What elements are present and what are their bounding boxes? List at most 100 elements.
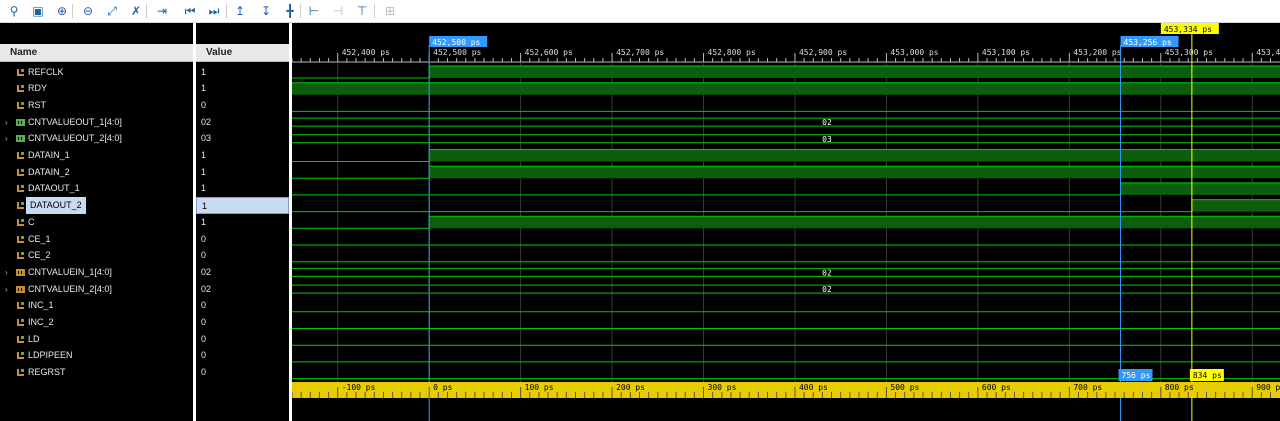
next-transition-icon[interactable]: ↧ <box>258 3 274 19</box>
name-column-header[interactable]: Name <box>0 44 193 62</box>
signal-value[interactable]: 0 <box>196 331 289 348</box>
signal-value[interactable]: 1 <box>196 214 289 231</box>
toolbar-separator <box>72 4 73 18</box>
signal-row-ce-1[interactable]: CE_1 <box>0 231 193 248</box>
signal-name: DATAOUT_2 <box>26 197 86 215</box>
signal-value[interactable]: 1 <box>196 180 289 197</box>
cursor-zoom-icon[interactable]: ✗ <box>128 3 144 19</box>
signal-value[interactable]: 0 <box>196 314 289 331</box>
signal-name: LD <box>28 333 40 344</box>
expand-chevron-icon[interactable]: › <box>5 130 8 147</box>
signal-row-refclk[interactable]: REFCLK <box>0 64 193 81</box>
bus-value-label: 03 <box>822 135 832 144</box>
logic-high-fill <box>429 216 1280 229</box>
signal-name: CNTVALUEIN_2[4:0] <box>28 283 112 294</box>
go-to-start-icon[interactable]: ⏮ <box>182 3 198 19</box>
signal-row-inc-1[interactable]: INC_1 <box>0 297 193 314</box>
signal-value[interactable]: 0 <box>196 231 289 248</box>
signal-value[interactable]: 0 <box>196 247 289 264</box>
signal-row-regrst[interactable]: REGRST <box>0 364 193 381</box>
signal-name: CE_1 <box>28 233 51 244</box>
waveform-canvas[interactable]: 452,400 ps 452,500 ps 452,600 ps 452,700 ps… <box>292 23 1280 421</box>
logic-signal-icon <box>17 152 24 159</box>
zoom-fit-icon[interactable]: ⤢ <box>104 3 120 19</box>
relative-ruler-label: -100 ps <box>342 383 376 392</box>
signal-name: CNTVALUEOUT_2[4:0] <box>28 133 122 144</box>
signal-value-panel: 1 1 0 02 03 1 1 1 1 1 0 0 02 02 0 0 0 0 0 <box>196 23 289 421</box>
logic-signal-icon <box>17 68 24 76</box>
signal-value[interactable]: 0 <box>196 347 289 364</box>
signal-value[interactable]: 1 <box>196 147 289 164</box>
signal-row-datain-1[interactable]: DATAIN_1 <box>0 147 193 164</box>
zoom-in-icon[interactable]: ⊕ <box>54 3 70 19</box>
signal-name: CE_2 <box>28 250 51 261</box>
previous-transition-icon[interactable]: ↥ <box>232 3 248 19</box>
signal-name: C <box>28 216 35 227</box>
signal-name: RST <box>28 99 46 110</box>
go-to-end-icon[interactable]: ⏭ <box>206 3 222 19</box>
relative-ruler-label: 600 ps <box>982 383 1011 392</box>
signal-value[interactable]: 02 <box>196 114 289 131</box>
previous-marker-icon[interactable]: ⊢ <box>306 3 322 19</box>
signal-name: INC_2 <box>28 317 54 327</box>
signal-row-dataout-2[interactable]: DATAOUT_2 <box>0 197 193 215</box>
signal-row-datain-2[interactable]: DATAIN_2 <box>0 164 193 181</box>
signal-row-cntvalueout-2-4-0[interactable]: › CNTVALUEOUT_2[4:0] <box>0 130 193 147</box>
logic-signal-icon <box>17 302 24 310</box>
signal-value[interactable]: 1 <box>196 80 289 97</box>
logic-signal-icon <box>17 252 24 260</box>
zoom-out-icon[interactable]: ⊖ <box>80 3 96 19</box>
save-icon[interactable]: ▣ <box>30 3 46 19</box>
signal-value[interactable]: 03 <box>196 130 289 147</box>
ruler-tick-label: 452,700 ps <box>616 48 664 57</box>
cursor-flag-label: 452,500 ps <box>432 38 480 47</box>
ruler-tick-label: 452,900 ps <box>799 48 847 57</box>
signal-row-rst[interactable]: RST <box>0 97 193 114</box>
expand-chevron-icon[interactable]: › <box>5 281 8 298</box>
toolbar-separator <box>226 4 227 18</box>
signal-row-cntvalueout-1-4-0[interactable]: › CNTVALUEOUT_1[4:0] <box>0 114 193 131</box>
signal-value[interactable]: 1 <box>196 64 289 81</box>
relative-ruler-label: 900 ps <box>1256 383 1280 392</box>
bus-value-label: 02 <box>822 285 832 294</box>
add-marker-icon[interactable]: ╋ <box>282 3 298 19</box>
ruler-tick-label: 452,800 ps <box>708 48 756 57</box>
signal-value[interactable]: 1 <box>196 197 289 215</box>
signal-row-ce-2[interactable]: CE_2 <box>0 247 193 264</box>
logic-signal-icon <box>17 335 24 343</box>
logic-high-fill <box>292 82 1280 95</box>
signal-value[interactable]: 0 <box>196 97 289 114</box>
signal-name: DATAOUT_1 <box>28 183 80 194</box>
relative-marker-label: 834 ps <box>1193 371 1222 380</box>
signal-name: CNTVALUEIN_1[4:0] <box>28 266 112 277</box>
signal-name: CNTVALUEOUT_1[4:0] <box>28 116 122 127</box>
go-to-cursor-icon[interactable]: ⇥ <box>154 3 170 19</box>
expand-chevron-icon[interactable]: › <box>5 114 8 131</box>
signal-value[interactable]: 0 <box>196 364 289 381</box>
signal-row-inc-2[interactable]: INC_2 <box>0 314 193 331</box>
ruler-tick-label: 452,400 ps <box>342 48 390 57</box>
signal-row-ldpipeen[interactable]: LDPIPEEN <box>0 347 193 364</box>
search-icon[interactable]: ⚲ <box>6 3 22 19</box>
logic-high-fill <box>1120 182 1280 195</box>
logic-signal-icon <box>17 185 24 193</box>
signal-value[interactable]: 02 <box>196 281 289 298</box>
waveform-toolbar: ⚲ ▣ ⊕ ⊖ ⤢ ✗ ⇥ ⏮ ⏭ ↥ ↧ ╋ ⊢ ⊣ ⊤ ⊞ <box>0 0 1280 23</box>
signal-value[interactable]: 1 <box>196 164 289 181</box>
signal-row-rdy[interactable]: RDY <box>0 80 193 97</box>
wave-dataout-2[interactable] <box>292 199 1280 213</box>
expand-chevron-icon[interactable]: › <box>5 264 8 281</box>
signal-row-ld[interactable]: LD <box>0 331 193 348</box>
swap-cursors-icon[interactable]: ⊤ <box>354 3 370 19</box>
signal-value[interactable]: 0 <box>196 297 289 314</box>
toolbar-separator <box>146 4 147 18</box>
snap-to-transition-icon: ⊞ <box>384 4 396 18</box>
relative-ruler-label: 400 ps <box>799 383 828 392</box>
signal-row-cntvaluein-1-4-0[interactable]: › CNTVALUEIN_1[4:0] <box>0 264 193 281</box>
signal-value[interactable]: 02 <box>196 264 289 281</box>
value-column-header[interactable]: Value <box>196 44 289 62</box>
signal-row-dataout-1[interactable]: DATAOUT_1 <box>0 180 193 197</box>
signal-row-c[interactable]: C <box>0 214 193 231</box>
signal-row-cntvaluein-2-4-0[interactable]: › CNTVALUEIN_2[4:0] <box>0 281 193 298</box>
logic-signal-icon <box>17 85 24 93</box>
